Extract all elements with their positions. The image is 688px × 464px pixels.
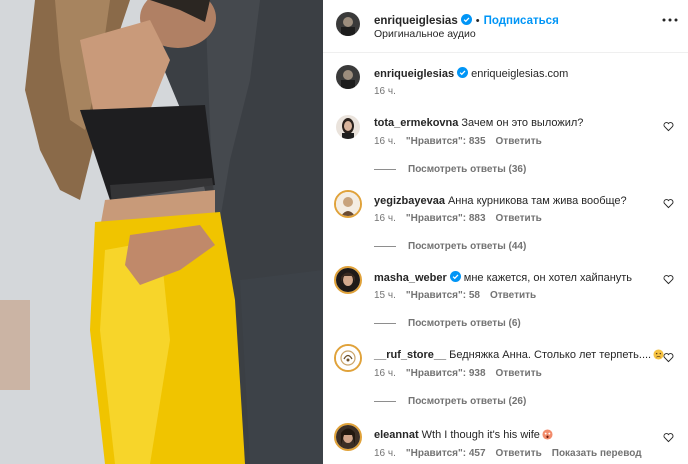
commenter-avatar[interactable] [334, 190, 362, 218]
comment: __ruf_store__ Бедняжка Анна. Столько лет … [323, 344, 688, 416]
replies-divider [374, 322, 396, 324]
verified-badge-icon [460, 14, 472, 25]
comment-username[interactable]: yegizbayevaa [374, 195, 445, 207]
comment-username[interactable]: masha_weber [374, 272, 447, 284]
caption-avatar[interactable] [336, 65, 360, 89]
post-side-panel: enriqueiglesias • Подписаться Оригинальное… [323, 0, 688, 464]
comment-username[interactable]: __ruf_store__ [374, 349, 446, 361]
reply-button[interactable]: Ответить [496, 448, 542, 459]
view-replies-button[interactable]: Посмотреть ответы (26) [374, 396, 526, 407]
follow-button[interactable]: Подписаться [484, 15, 559, 27]
comment: masha_weber мне кажется, он хотел хайпану… [323, 266, 688, 338]
replies-divider [374, 400, 396, 402]
caption-time[interactable]: 16 ч. [374, 86, 396, 97]
heart-icon[interactable] [663, 121, 674, 132]
verified-badge-icon [457, 67, 469, 78]
verified-badge-icon [449, 271, 461, 282]
show-translation-button[interactable]: Показать перевод [552, 448, 642, 459]
comment: yegizbayevaa Анна курникова там жива вооб… [323, 190, 688, 262]
comment-username[interactable]: eleannat [374, 429, 419, 441]
more-options-icon[interactable] [662, 18, 678, 22]
post-media[interactable] [0, 0, 323, 464]
comment-time[interactable]: 16 ч. [374, 368, 396, 379]
view-replies-button[interactable]: Посмотреть ответы (44) [374, 241, 526, 252]
comment: tota_ermekovna Зачем он это выложил? 16 ч… [323, 113, 688, 185]
wow-face-emoji-icon [542, 429, 553, 440]
view-replies-button[interactable]: Посмотреть ответы (36) [374, 164, 526, 175]
likes-prefix: "Нравится": [405, 448, 469, 459]
likes-count: 835 [468, 136, 486, 147]
reply-button[interactable]: Ответить [490, 290, 536, 301]
comment-likes[interactable]: "Нравится": 938 [406, 368, 486, 379]
heart-icon[interactable] [663, 352, 674, 363]
view-replies-label: Посмотреть ответы (6) [408, 318, 521, 329]
likes-count: 58 [468, 290, 480, 301]
comment-likes[interactable]: "Нравится": 883 [406, 213, 486, 224]
comment: eleannat Wth I though it's his wife 16 ч.… [323, 423, 688, 464]
caption-author[interactable]: enriqueiglesias [374, 68, 454, 80]
view-replies-button[interactable]: Посмотреть ответы (6) [374, 318, 521, 329]
reply-button[interactable]: Ответить [496, 136, 542, 147]
commenter-avatar[interactable] [334, 266, 362, 294]
post-photo [0, 0, 323, 464]
replies-divider [374, 168, 396, 170]
likes-prefix: "Нравится": [405, 290, 469, 301]
replies-divider [374, 245, 396, 247]
comment-text: Зачем он это выложил? [461, 117, 584, 129]
reply-button[interactable]: Ответить [496, 368, 542, 379]
comment-username[interactable]: tota_ermekovna [374, 117, 458, 129]
heart-icon[interactable] [663, 274, 674, 285]
reply-button[interactable]: Ответить [496, 213, 542, 224]
commenter-avatar[interactable] [334, 423, 362, 451]
comment-time[interactable]: 15 ч. [374, 290, 396, 301]
comment-time[interactable]: 16 ч. [374, 136, 396, 147]
comment-text: Wth I though it's his wife [421, 429, 540, 441]
likes-count: 883 [468, 213, 486, 224]
comment-text: Анна курникова там жива вообще? [447, 195, 627, 207]
caption-text[interactable]: enriqueiglesias.com [471, 68, 568, 80]
commenter-avatar[interactable] [336, 115, 360, 139]
separator-dot: • [475, 15, 480, 27]
view-replies-label: Посмотреть ответы (36) [408, 164, 527, 175]
comment-time[interactable]: 16 ч. [374, 213, 396, 224]
author-avatar[interactable] [336, 12, 360, 36]
heart-icon[interactable] [663, 432, 674, 443]
likes-prefix: "Нравится": [405, 213, 469, 224]
comment-likes[interactable]: "Нравится": 457 [406, 448, 486, 459]
likes-prefix: "Нравится": [405, 136, 469, 147]
comment-text: мне кажется, он хотел хайпануть [463, 272, 633, 284]
comment-likes[interactable]: "Нравится": 58 [406, 290, 480, 301]
likes-count: 938 [468, 368, 486, 379]
original-audio-link[interactable]: Оригинальное аудио [374, 28, 476, 40]
view-replies-label: Посмотреть ответы (44) [408, 241, 527, 252]
heart-icon[interactable] [663, 198, 674, 209]
commenter-avatar[interactable] [334, 344, 362, 372]
post-header: enriqueiglesias • Подписаться Оригинальное… [323, 0, 688, 53]
post-author-username[interactable]: enriqueiglesias [374, 15, 458, 27]
comment-text: Бедняжка Анна. Столько лет терпеть.... [449, 349, 652, 361]
comment-time[interactable]: 16 ч. [374, 448, 396, 459]
view-replies-label: Посмотреть ответы (26) [408, 396, 527, 407]
likes-count: 457 [468, 448, 486, 459]
likes-prefix: "Нравится": [405, 368, 469, 379]
caption: enriqueiglesias enriqueiglesias.com 16 ч. [323, 62, 688, 102]
comment-likes[interactable]: "Нравится": 835 [406, 136, 486, 147]
